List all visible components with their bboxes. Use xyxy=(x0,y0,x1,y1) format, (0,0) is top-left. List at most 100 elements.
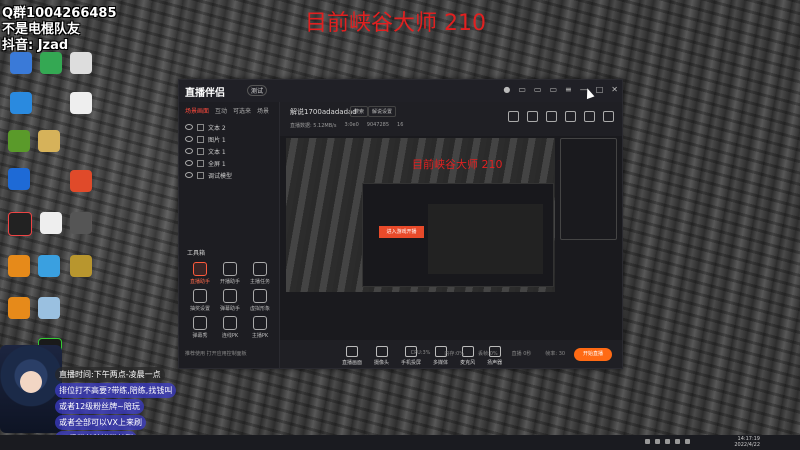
tool-label: 直播助手 xyxy=(189,279,210,285)
app-icon[interactable] xyxy=(38,255,60,277)
screen-icon xyxy=(197,159,204,167)
streamer-avatar xyxy=(0,345,62,433)
chrome-icon[interactable] xyxy=(40,52,62,74)
nested-app-preview: 进入游戏开播 xyxy=(362,183,554,287)
tool-label: 弹幕秀 xyxy=(192,333,208,339)
frame-drop-status: 丢帧:0% xyxy=(478,351,498,357)
toolbox-grid: 直播助手 开播助手 主播任务 抽奖设置 弹幕助手 虚拟形象 弹幕秀 连线PK 主… xyxy=(185,262,277,339)
app-icon[interactable] xyxy=(8,212,32,236)
tool-avatar[interactable]: 虚拟形象 xyxy=(245,289,275,312)
streaming-app-window: 直播伴侣 测试 ● ▭ ▭ ▭ ≡ — □ ✕ 场景画面 互动 可选来 场景 文… xyxy=(178,79,623,369)
main-panel: 解说1700adadadad 搜索 解说设置 直播数据: 5.12MB/s 3:… xyxy=(280,102,622,368)
source-item[interactable]: 全屏 1 xyxy=(185,157,273,169)
sidebar-footer-text[interactable]: 推荐使用 打开应用控制面板 xyxy=(185,350,247,362)
app-icon[interactable] xyxy=(40,212,62,234)
live-duration-status: 直播 0秒 xyxy=(511,351,532,357)
nvidia-icon[interactable] xyxy=(8,130,30,152)
tool-lottery[interactable]: 抽奖设置 xyxy=(185,289,215,312)
user-icon xyxy=(223,262,237,276)
source-item[interactable]: 图片 1 xyxy=(185,133,273,145)
system-tray xyxy=(645,439,690,444)
tool-danmaku-assistant[interactable]: 弹幕助手 xyxy=(215,289,245,312)
tool-live-assistant[interactable]: 直播助手 xyxy=(185,262,215,285)
model-icon xyxy=(197,171,204,179)
source-label: 调试模型 xyxy=(208,172,233,180)
bell-icon[interactable] xyxy=(584,111,595,122)
app-titlebar[interactable]: 直播伴侣 测试 ● ▭ ▭ ▭ ≡ — □ ✕ xyxy=(179,80,622,102)
app-icon[interactable] xyxy=(8,297,30,319)
clock[interactable]: 14:17:19 2022/4/22 xyxy=(734,436,760,448)
clock-date: 2022/4/22 xyxy=(734,442,760,448)
chat-message: 或者全部可以VX上来刷 xyxy=(55,415,146,430)
share-icon[interactable] xyxy=(603,111,614,122)
league-icon[interactable] xyxy=(70,255,92,277)
close-icon[interactable]: ✕ xyxy=(611,85,618,94)
preview-side-panel xyxy=(560,138,620,288)
tool-label: 开播助手 xyxy=(219,279,240,285)
tab-interact[interactable]: 互动 xyxy=(215,106,227,115)
memory-status: 内存:0% xyxy=(444,351,465,357)
tool-anchor-pk[interactable]: 主播PK xyxy=(245,316,275,339)
rank-title-overlay: 目前峡谷大师 210 xyxy=(305,11,486,36)
window-controls: ● ▭ ▭ ▭ ≡ — □ ✕ xyxy=(503,85,618,94)
app-icon[interactable] xyxy=(10,92,32,114)
link-icon xyxy=(223,316,237,330)
version-badge: 测试 xyxy=(247,85,268,96)
app-icon[interactable] xyxy=(70,52,92,74)
user-avatar-icon[interactable]: ● xyxy=(503,85,510,94)
notification-icon[interactable]: ▭ xyxy=(534,85,542,94)
viewer-stat: 9047285 xyxy=(366,122,390,128)
image-icon xyxy=(197,135,204,143)
record-icon[interactable] xyxy=(508,111,519,122)
lock-icon[interactable] xyxy=(527,111,538,122)
tab-scene[interactable]: 场景画面 xyxy=(185,106,209,115)
app-logo: 直播伴侣 xyxy=(185,88,225,99)
chat-message: 排位打不高要?带练,陪练,找钱叫 xyxy=(55,383,177,398)
gift-icon[interactable]: ▭ xyxy=(549,85,557,94)
tab-optional[interactable]: 可选来 xyxy=(233,106,251,115)
nested-inner-window xyxy=(428,204,543,274)
app-icon[interactable] xyxy=(8,168,30,190)
tool-label: 弹幕助手 xyxy=(219,306,240,312)
app-icon[interactable] xyxy=(38,297,60,319)
tool-start-assistant[interactable]: 开播助手 xyxy=(215,262,245,285)
tool-link-pk[interactable]: 连线PK xyxy=(215,316,245,339)
tab-scenes[interactable]: 场景 xyxy=(257,106,269,115)
eye-icon[interactable] xyxy=(185,172,193,178)
screen-icon[interactable] xyxy=(565,111,576,122)
source-item[interactable]: 文本 2 xyxy=(185,121,273,133)
eye-icon[interactable] xyxy=(185,136,193,142)
layout-icon[interactable] xyxy=(546,111,557,122)
folder-icon[interactable] xyxy=(70,92,92,114)
stream-preview[interactable]: 目前峡谷大师 210 进入游戏开播 xyxy=(286,138,555,292)
message-icon[interactable]: ▭ xyxy=(518,85,526,94)
tray-icon[interactable] xyxy=(645,439,650,444)
room-title[interactable]: 解说1700adadadad xyxy=(290,107,357,117)
tray-icon[interactable] xyxy=(665,439,670,444)
search-pill[interactable]: 搜索 xyxy=(350,106,369,117)
menu-icon[interactable]: ≡ xyxy=(565,85,572,94)
network-icon[interactable] xyxy=(675,439,680,444)
app-icon[interactable] xyxy=(8,255,30,277)
eye-icon[interactable] xyxy=(185,124,193,130)
eye-icon[interactable] xyxy=(185,148,193,154)
tray-icon[interactable] xyxy=(655,439,660,444)
taskbar: 14:17:19 2022/4/22 xyxy=(0,435,800,450)
settings-pill[interactable]: 解说设置 xyxy=(368,106,397,117)
tool-label: 主播任务 xyxy=(249,279,270,285)
browser-icon[interactable] xyxy=(10,52,32,74)
tool-anchor-task[interactable]: 主播任务 xyxy=(245,262,275,285)
source-item[interactable]: 文本 1 xyxy=(185,145,273,157)
source-tabs: 场景画面 互动 可选来 场景 xyxy=(179,102,279,119)
tool-danmaku-show[interactable]: 弹幕秀 xyxy=(185,316,215,339)
volume-icon[interactable] xyxy=(685,439,690,444)
tool-label: 抽奖设置 xyxy=(189,306,210,312)
maximize-icon[interactable]: □ xyxy=(596,85,604,94)
eye-icon[interactable] xyxy=(185,160,193,166)
folder-icon[interactable] xyxy=(38,130,60,152)
app-icon[interactable] xyxy=(70,170,92,192)
app-icon[interactable] xyxy=(70,212,92,234)
source-item[interactable]: 调试模型 xyxy=(185,169,273,181)
chat-message: 或者12级粉丝牌~陪玩 xyxy=(55,399,144,414)
fans-stat: 16 xyxy=(397,122,404,128)
